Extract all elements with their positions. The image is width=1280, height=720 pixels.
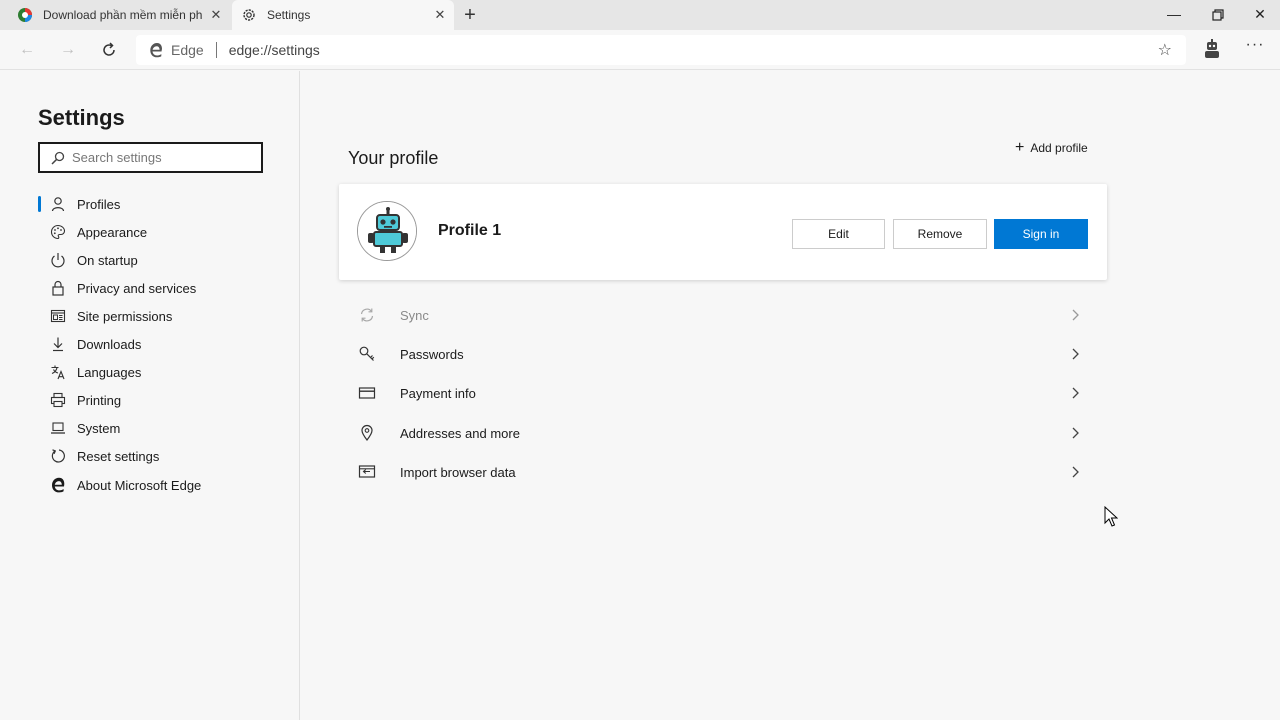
download-icon (49, 335, 67, 353)
person-icon (49, 195, 67, 213)
location-pin-icon (358, 424, 376, 442)
address-divider (215, 42, 217, 58)
sidebar-item-profiles[interactable]: Profiles (38, 190, 278, 218)
robot-avatar-icon (358, 202, 416, 260)
sidebar-item-label: Site permissions (77, 308, 173, 324)
laptop-icon (49, 419, 67, 437)
avatar (357, 201, 417, 261)
sign-in-button[interactable]: Sign in (994, 219, 1088, 249)
row-label: Passwords (400, 346, 464, 362)
add-profile-label: Add profile (1030, 141, 1088, 155)
sidebar-item-about[interactable]: About Microsoft Edge (38, 471, 278, 499)
sidebar-item-printing[interactable]: Printing (38, 386, 278, 414)
row-addresses[interactable]: Addresses and more (351, 416, 1097, 450)
row-label: Import browser data (400, 464, 516, 480)
search-input[interactable] (72, 150, 252, 165)
sidebar-item-label: Downloads (77, 336, 142, 352)
toolbar: ← → Edge edge://settings ☆ ··· (0, 30, 1280, 70)
close-window-icon[interactable]: ✕ (1238, 0, 1280, 30)
power-icon (49, 251, 67, 269)
chevron-right-icon (1067, 307, 1083, 323)
sidebar-item-reset-settings[interactable]: Reset settings (38, 442, 278, 470)
tab-download[interactable]: Download phần mềm miễn phí c ✕ (8, 0, 230, 30)
sidebar-item-label: Privacy and services (77, 280, 197, 296)
sidebar-item-label: Reset settings (77, 448, 160, 464)
refresh-icon[interactable] (97, 38, 121, 62)
profile-card: Profile 1 Edit Remove Sign in (339, 184, 1107, 280)
sidebar-title: Settings (38, 105, 125, 130)
url-text[interactable]: edge://settings (229, 42, 320, 58)
tab-title: Settings (267, 8, 311, 22)
close-tab-icon[interactable]: ✕ (202, 7, 230, 23)
sidebar-item-label: System (77, 420, 121, 436)
printer-icon (49, 391, 67, 409)
sidebar-item-system[interactable]: System (38, 414, 278, 442)
lock-icon (49, 279, 67, 297)
credit-card-icon (358, 384, 376, 402)
sidebar-item-label: On startup (77, 252, 138, 268)
minimize-icon[interactable]: — (1152, 0, 1196, 30)
remove-button[interactable]: Remove (893, 219, 987, 249)
tab-settings[interactable]: Settings ✕ (232, 0, 454, 30)
edge-logo-icon (148, 42, 164, 58)
back-arrow-icon[interactable]: ← (15, 38, 39, 62)
favorite-star-icon[interactable]: ☆ (1158, 40, 1172, 60)
sidebar-item-on-startup[interactable]: On startup (38, 246, 278, 274)
edit-button[interactable]: Edit (792, 219, 885, 249)
sidebar-item-label: Appearance (77, 224, 148, 240)
mouse-cursor-icon (1104, 505, 1119, 533)
browser-brand-label: Edge (171, 42, 204, 58)
sidebar-item-label: Languages (77, 364, 142, 380)
key-icon (358, 345, 376, 363)
tab-title: Download phần mềm miễn phí c (43, 8, 202, 22)
site-permissions-icon (49, 307, 67, 325)
sidebar-item-appearance[interactable]: Appearance (38, 218, 278, 246)
sidebar-item-label: Profiles (77, 196, 121, 212)
edge-logo-icon (49, 476, 67, 494)
row-label: Payment info (400, 385, 476, 401)
settings-sidebar: Settings Profiles Appearance On startup … (0, 71, 300, 720)
palette-icon (49, 223, 67, 241)
search-box[interactable] (38, 142, 263, 173)
add-profile-button[interactable]: + Add profile (1015, 139, 1088, 157)
chevron-right-icon (1067, 346, 1083, 362)
sidebar-item-label: About Microsoft Edge (77, 477, 202, 493)
site-favicon-icon (17, 7, 33, 23)
row-payment-info[interactable]: Payment info (351, 376, 1097, 410)
title-bar: Download phần mềm miễn phí c ✕ Settings … (0, 0, 1280, 30)
sidebar-item-site-permissions[interactable]: Site permissions (38, 302, 278, 330)
sync-icon (358, 306, 376, 324)
more-options-icon[interactable]: ··· (1243, 36, 1267, 60)
restore-icon[interactable] (1196, 0, 1240, 30)
languages-icon (49, 363, 67, 381)
row-import-browser-data[interactable]: Import browser data (351, 455, 1097, 489)
import-icon (358, 463, 376, 481)
row-passwords[interactable]: Passwords (351, 337, 1097, 371)
row-label: Addresses and more (400, 425, 520, 441)
plus-icon: + (1015, 139, 1025, 156)
chevron-right-icon (1067, 385, 1083, 401)
search-icon (50, 150, 66, 166)
sidebar-item-privacy[interactable]: Privacy and services (38, 274, 278, 302)
settings-main: Your profile + Add profile Profile 1 Edi… (301, 71, 1280, 720)
profile-avatar-button[interactable] (1200, 38, 1224, 62)
sidebar-item-languages[interactable]: Languages (38, 358, 278, 386)
reset-icon (49, 447, 67, 465)
sidebar-item-label: Printing (77, 392, 122, 408)
chevron-right-icon (1067, 464, 1083, 480)
chevron-right-icon (1067, 425, 1083, 441)
profile-name: Profile 1 (438, 222, 502, 239)
forward-arrow-icon[interactable]: → (56, 38, 80, 62)
new-tab-button[interactable]: + (458, 3, 482, 27)
row-label: Sync (400, 307, 429, 323)
close-tab-icon[interactable]: ✕ (426, 7, 454, 23)
gear-icon (241, 7, 257, 23)
row-sync[interactable]: Sync (351, 298, 1097, 332)
section-title: Your profile (348, 148, 439, 168)
address-bar[interactable]: Edge edge://settings ☆ (136, 35, 1186, 65)
sidebar-item-downloads[interactable]: Downloads (38, 330, 278, 358)
